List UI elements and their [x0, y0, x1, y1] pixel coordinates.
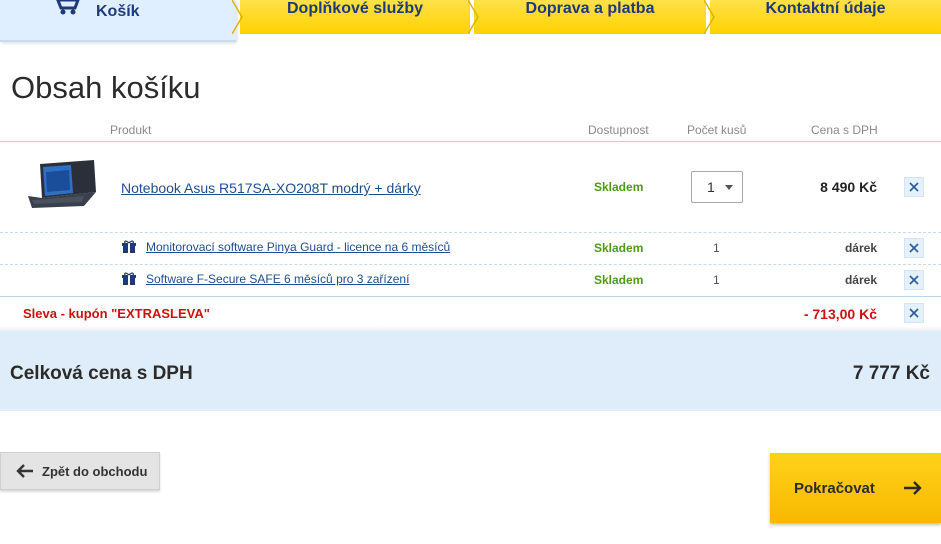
tab-services[interactable]: Doplňkové služby: [240, 0, 470, 34]
close-icon: [909, 308, 919, 318]
availability-status: Skladem: [594, 273, 644, 287]
tab-contact-label: Kontaktní údaje: [765, 0, 886, 17]
product-thumbnail[interactable]: [26, 160, 98, 210]
remove-gift-button[interactable]: [904, 270, 924, 290]
total-bar: Celková cena s DPH 7 777 Kč: [0, 331, 941, 411]
page-title: Obsah košíku: [11, 70, 201, 105]
gift-icon: [122, 272, 136, 285]
total-value: 7 777 Kč: [852, 363, 930, 384]
gift-price: dárek: [844, 241, 877, 255]
gift-link[interactable]: Monitorovací software Pinya Guard - lice…: [146, 240, 450, 254]
cart-icon: [50, 0, 82, 21]
column-header-availability: Dostupnost: [588, 123, 649, 137]
tab-separator: [468, 0, 479, 34]
tab-cart[interactable]: Košík: [0, 0, 236, 42]
arrow-left-icon: [16, 464, 33, 478]
divider: [0, 232, 941, 233]
tab-shipping[interactable]: Doprava a platba: [474, 0, 706, 34]
tab-separator: [704, 0, 715, 34]
quantity-select[interactable]: 1: [691, 171, 743, 203]
remove-coupon-button[interactable]: [904, 303, 924, 323]
remove-gift-button[interactable]: [904, 238, 924, 258]
back-button-label: Zpět do obchodu: [42, 463, 148, 479]
divider: [0, 296, 941, 297]
gift-link[interactable]: Software F-Secure SAFE 6 měsíců pro 3 za…: [146, 272, 409, 286]
column-header-product: Produkt: [110, 123, 152, 137]
remove-item-button[interactable]: [904, 177, 924, 197]
tab-services-label: Doplňkové služby: [286, 0, 424, 17]
discount-label: Sleva - kupón "EXTRASLEVA": [23, 306, 210, 321]
tab-shipping-label: Doprava a platba: [525, 0, 655, 17]
product-link[interactable]: Notebook Asus R517SA-XO208T modrý + dárk…: [121, 180, 421, 196]
availability-status: Skladem: [594, 180, 644, 194]
tab-separator: [232, 0, 243, 34]
chevron-down-icon: [725, 185, 733, 190]
gift-quantity: 1: [713, 241, 720, 255]
gift-price: dárek: [844, 273, 877, 287]
divider: [0, 141, 941, 142]
arrow-right-icon: [904, 481, 922, 495]
column-header-price: Cena s DPH: [811, 123, 878, 137]
availability-status: Skladem: [594, 241, 644, 255]
discount-value: - 713,00 Kč: [803, 306, 877, 322]
close-icon: [909, 182, 919, 192]
checkout-steps: Košík Doplňkové služby Doprava a platba …: [0, 0, 941, 42]
continue-button[interactable]: Pokračovat: [770, 453, 941, 523]
close-icon: [909, 243, 919, 253]
back-to-shop-button[interactable]: Zpět do obchodu: [0, 452, 160, 490]
column-header-quantity: Počet kusů: [687, 123, 747, 137]
divider: [0, 264, 941, 265]
close-icon: [909, 275, 919, 285]
gift-icon: [122, 240, 136, 253]
tab-cart-label: Košík: [96, 3, 140, 20]
quantity-value: 1: [707, 179, 715, 195]
item-price: 8 490 Kč: [820, 179, 877, 195]
gift-quantity: 1: [713, 273, 720, 287]
continue-button-label: Pokračovat: [794, 479, 875, 497]
total-label: Celková cena s DPH: [10, 363, 193, 384]
tab-contact[interactable]: Kontaktní údaje: [710, 0, 941, 34]
